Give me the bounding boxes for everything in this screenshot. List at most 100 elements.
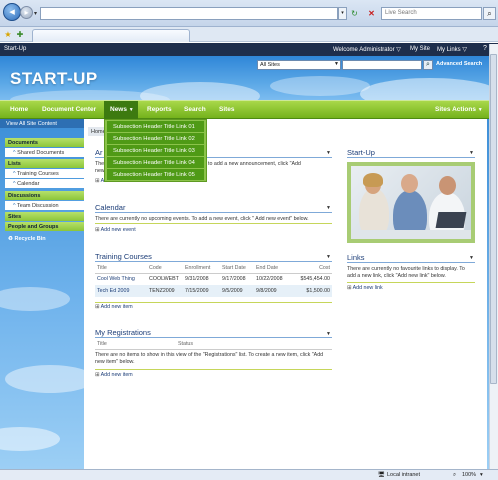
zoom-icon[interactable]: ⌕: [453, 472, 456, 479]
column-header-status[interactable]: Status: [178, 341, 193, 348]
back-icon[interactable]: ◂: [3, 3, 21, 21]
zone-label: Local intranet: [387, 472, 421, 478]
ql-item-training-courses[interactable]: ^ Training Courses: [5, 169, 84, 178]
browser-search-input[interactable]: Live Search: [381, 7, 482, 20]
search-icon[interactable]: ⌕: [423, 60, 433, 70]
ql-heading-lists[interactable]: Lists: [5, 159, 84, 168]
view-all-site-content[interactable]: View All Site Content: [0, 119, 84, 128]
dropdown-item-03[interactable]: Subsection Header Title Link 03: [107, 145, 204, 157]
site-search-input[interactable]: [342, 60, 422, 70]
tab-search[interactable]: Search: [184, 106, 206, 113]
site-actions-label: Sites Actions: [435, 106, 476, 113]
startup-panel-title[interactable]: Start-Up: [347, 148, 375, 157]
dropdown-item-02[interactable]: Subsection Header Title Link 02: [107, 133, 204, 145]
column-header-end-date[interactable]: End Date: [254, 264, 294, 274]
chevron-down-icon[interactable]: ▾: [480, 472, 483, 478]
table-cell: TENZ2009: [147, 285, 183, 297]
browser-tab[interactable]: [32, 29, 190, 42]
refresh-icon[interactable]: ↻: [349, 8, 360, 19]
webpart-title-line: [347, 262, 475, 263]
ql-heading-documents[interactable]: Documents: [5, 138, 84, 147]
search-icon[interactable]: ⌕: [483, 7, 496, 20]
scrollbar-thumb[interactable]: [490, 54, 497, 384]
my-site-link[interactable]: My Site: [410, 46, 430, 52]
stop-icon[interactable]: ✕: [366, 8, 377, 19]
announcements-title[interactable]: Ar: [95, 148, 103, 157]
address-dropdown-icon[interactable]: ▾: [338, 7, 347, 20]
ql-item-shared-documents[interactable]: ^ Shared Documents: [5, 148, 84, 157]
forward-icon[interactable]: ▸: [20, 6, 33, 19]
course-title-link[interactable]: Cool Web Thing: [95, 273, 147, 285]
browser-status-bar: 🖥 Local intranet ⌕ 100% ▾: [0, 469, 498, 480]
column-header-start-date[interactable]: Start Date: [220, 264, 254, 274]
table-cell: $545,454.00: [300, 276, 330, 283]
links-empty-text: There are currently no favourite links t…: [347, 266, 465, 279]
add-event-link[interactable]: Add new event: [95, 227, 136, 233]
site-actions-menu[interactable]: Sites Actions ▼: [435, 106, 483, 113]
table-cell: 9/8/2009: [254, 285, 294, 297]
recycle-bin-label: Recycle Bin: [14, 236, 46, 242]
add-favorites-icon[interactable]: ✚: [15, 30, 25, 40]
add-course-link[interactable]: Add new item: [95, 304, 133, 310]
add-link-link[interactable]: Add new link: [347, 285, 383, 291]
ql-item-team-discussion[interactable]: ^ Team Discussion: [5, 201, 84, 210]
site-title[interactable]: START-UP: [10, 69, 98, 89]
quick-launch: View All Site Content Documents ^ Shared…: [0, 119, 84, 469]
webpart-menu-icon[interactable]: ▼: [469, 255, 474, 261]
column-header-title[interactable]: Title: [97, 341, 107, 348]
ql-heading-discussions[interactable]: Discussions: [5, 191, 84, 200]
site-name-link[interactable]: Start-Up: [4, 46, 26, 52]
webpart-menu-icon[interactable]: ▼: [469, 150, 474, 156]
history-dropdown-icon[interactable]: ▾: [34, 10, 37, 17]
announcements-text-1: The: [95, 161, 105, 167]
webpart-title-line: [347, 157, 475, 158]
help-icon[interactable]: ?: [483, 45, 487, 52]
ql-item-calendar[interactable]: ^ Calendar: [5, 179, 84, 188]
webpart-title-line: [95, 261, 332, 262]
table-row: Cool Web Thing COOLWEBT 9/31/2008 9/17/2…: [95, 273, 332, 285]
dropdown-item-01[interactable]: Subsection Header Title Link 01: [107, 121, 204, 133]
ql-item-label: Calendar: [17, 180, 40, 187]
zoom-level[interactable]: 100%: [462, 472, 476, 478]
chevron-down-icon: ▼: [334, 61, 339, 67]
column-header-title[interactable]: Title: [95, 264, 147, 274]
table-cell: 9/31/2008: [185, 276, 209, 283]
team-photo-image: [351, 166, 471, 239]
tab-document-center[interactable]: Document Center: [42, 106, 96, 113]
my-links-menu[interactable]: My Links ▽: [437, 46, 467, 53]
links-title[interactable]: Links: [347, 253, 365, 262]
advanced-search-link[interactable]: Advanced Search: [436, 61, 482, 67]
top-navigation: Home Document Center News ▼ Reports Sear…: [0, 100, 498, 120]
ql-heading-sites[interactable]: Sites: [5, 212, 84, 221]
tab-home[interactable]: Home: [10, 106, 28, 113]
recycle-bin-link[interactable]: ♻ Recycle Bin: [8, 236, 46, 242]
add-registration-link[interactable]: Add new item: [95, 372, 133, 378]
column-header-code[interactable]: Code: [147, 264, 183, 274]
tab-reports[interactable]: Reports: [147, 106, 172, 113]
webpart-separator: [95, 223, 332, 224]
webpart-menu-icon[interactable]: ▼: [326, 331, 331, 337]
calendar-title[interactable]: Calendar: [95, 203, 125, 212]
tab-news[interactable]: News ▼: [110, 106, 134, 113]
webpart-menu-icon[interactable]: ▼: [326, 254, 331, 260]
column-header-cost[interactable]: Cost: [294, 264, 332, 274]
webpart-menu-icon[interactable]: ▼: [326, 150, 331, 156]
registrations-title[interactable]: My Registrations: [95, 328, 151, 337]
column-header-enrollment[interactable]: Enrollment: [183, 264, 220, 274]
training-courses-title[interactable]: Training Courses: [95, 252, 152, 261]
webpart-title-line: [95, 337, 332, 338]
webpart-menu-icon[interactable]: ▼: [326, 205, 331, 211]
sp-top-bar: Start-Up Welcome Administrator ▽ My Site…: [0, 43, 498, 56]
table-cell: COOLWEBT: [149, 276, 179, 283]
address-bar[interactable]: [40, 7, 338, 20]
table-cell: 10/22/2008: [256, 276, 283, 283]
ql-item-label: Training Courses: [17, 170, 59, 177]
dropdown-item-05[interactable]: Subsection Header Title Link 05: [107, 169, 204, 181]
favorites-star-icon[interactable]: ★: [3, 30, 13, 40]
dropdown-item-04[interactable]: Subsection Header Title Link 04: [107, 157, 204, 169]
welcome-menu[interactable]: Welcome Administrator ▽: [333, 46, 401, 53]
ql-heading-people-groups[interactable]: People and Groups: [5, 222, 84, 231]
tab-sites[interactable]: Sites: [219, 106, 235, 113]
course-title-link[interactable]: Tech Ed 2009: [95, 285, 147, 297]
search-scope-select[interactable]: All Sites ▼: [257, 60, 341, 70]
